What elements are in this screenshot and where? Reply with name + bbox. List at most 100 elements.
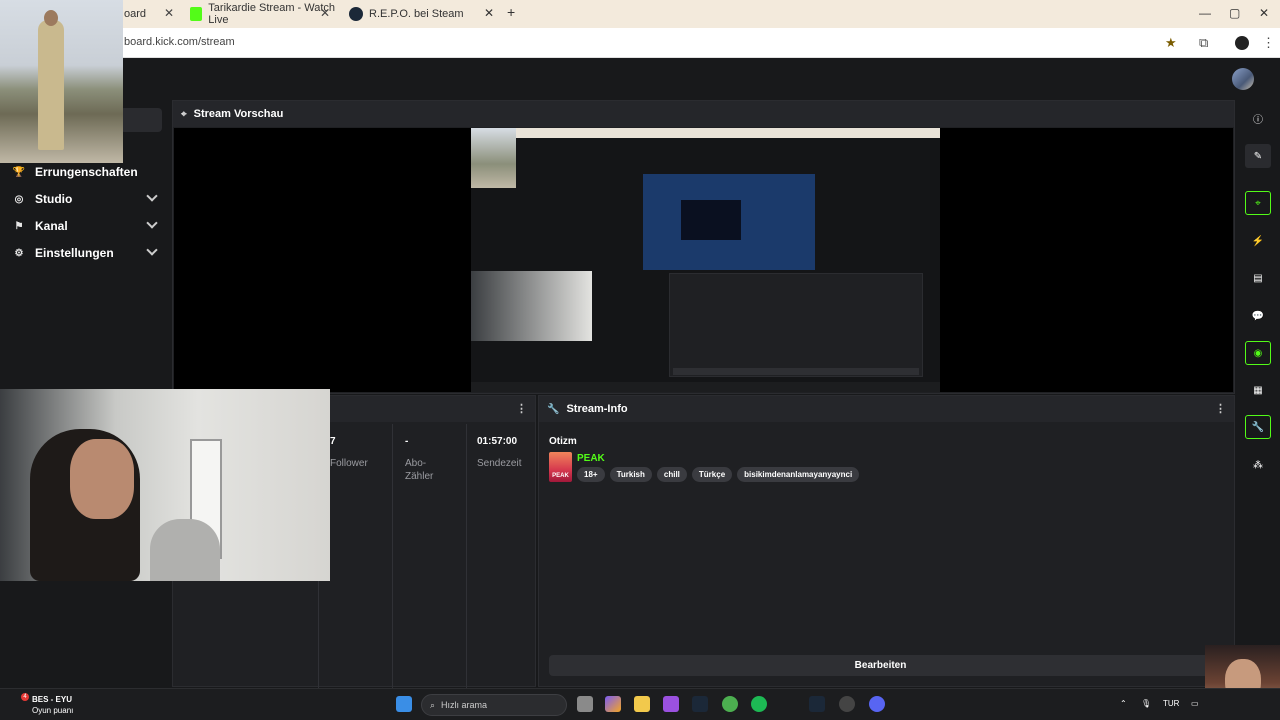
channel-icon: ⚑ — [14, 220, 24, 232]
taskbar-search[interactable]: ⌕ Hızlı arama — [421, 694, 567, 716]
steam-icon[interactable] — [809, 696, 825, 712]
stream-preview-panel: ⌖ Stream Vorschau — [172, 100, 1235, 394]
tag-list: 18+ Turkish chill Türkçe bisikimdenanlam… — [577, 467, 860, 482]
widget-title: BES - EYU — [32, 695, 73, 704]
preview-icon[interactable]: ⌖ — [1245, 191, 1271, 215]
sidebar-item-label: Errungenschaften — [35, 165, 138, 179]
stat-label: Abo- Zähler — [405, 458, 434, 482]
tag: 18+ — [577, 467, 605, 482]
minimize-button[interactable]: — — [1199, 6, 1211, 20]
game-thumbnail: PEAK — [549, 452, 572, 482]
sidebar-item-kanal[interactable]: ⚑ Kanal — [12, 215, 162, 237]
game-name[interactable]: PEAK — [577, 453, 605, 464]
menu-kebab-icon[interactable]: ⋮ — [1215, 402, 1226, 415]
address-bar[interactable]: board.kick.com/stream ★ ⧉ ⋮ — [0, 28, 1280, 58]
preview-icon: ⌖ — [181, 108, 187, 120]
layout-icon[interactable]: ▦ — [1245, 378, 1271, 402]
sidebar-item-studio[interactable]: ◎ Studio — [12, 188, 162, 210]
widget-subtitle: Oyun puanı — [32, 706, 74, 715]
search-icon: ⌕ — [430, 699, 436, 710]
steam-icon[interactable] — [692, 696, 708, 712]
kick-favicon-icon — [190, 7, 203, 21]
stat-label-followers: Follower — [330, 458, 368, 469]
wrench-icon[interactable]: 🔧 — [1245, 415, 1271, 439]
sidebar-item-einstellungen[interactable]: ⚙ Einstellungen — [12, 242, 162, 264]
close-tab-icon[interactable]: ✕ — [164, 6, 174, 20]
windows-start-icon[interactable] — [396, 696, 412, 712]
tab-dashboard[interactable]: oard ✕ — [124, 0, 180, 28]
stat-label: Sendezeit — [477, 458, 522, 469]
stat-value-followers: 7 — [330, 436, 336, 447]
tag: Türkçe — [691, 467, 733, 482]
file-explorer-icon[interactable] — [634, 696, 650, 712]
tag: Turkish — [609, 467, 652, 482]
chat-icon[interactable]: 💬 — [1245, 304, 1271, 328]
wrench-icon: 🔧 — [547, 403, 560, 415]
stat-sendezeit: 01:57:00 Sendezeit — [467, 424, 537, 688]
search-placeholder: Hızlı arama — [441, 700, 488, 710]
sidebar-item-label: Einstellungen — [35, 246, 114, 260]
preview-frame — [471, 128, 940, 392]
apps-icon[interactable]: ⁂ — [1245, 453, 1271, 477]
gear-icon: ⚙ — [14, 247, 24, 259]
sidebar-active-item[interactable] — [120, 108, 162, 132]
sidebar-item-label: Studio — [35, 192, 73, 206]
trophy-icon: 🏆 — [12, 166, 26, 178]
bookmark-star-icon[interactable]: ★ — [1165, 35, 1177, 51]
webcam-overlay-main — [0, 389, 330, 581]
document-icon[interactable]: ▤ — [1245, 266, 1271, 290]
app-icon[interactable] — [663, 696, 679, 712]
screen: { "browser": { "tabs": [ {"label": "oard… — [0, 0, 1280, 720]
stat-abo: - Abo- Zähler — [393, 424, 467, 688]
stat-value: 01:57:00 — [477, 436, 518, 447]
dashboard-app: 🏆 Errungenschaften ◎ Studio ⚑ Kanal ⚙ Ei… — [0, 58, 1280, 688]
close-tab-icon[interactable]: ✕ — [484, 6, 494, 20]
panel-header: 🔧 Stream-Info ⋮ — [539, 396, 1234, 422]
maximize-button[interactable]: ▢ — [1229, 6, 1240, 20]
panel-title: Stream Vorschau — [193, 108, 284, 120]
tag: bisikimdenanlamayanyaynci — [737, 467, 860, 482]
tab-label: oard — [124, 8, 147, 20]
stat-value: - — [405, 436, 409, 447]
microphone-icon[interactable]: 🎙 — [1141, 699, 1151, 708]
chevron-down-icon — [146, 217, 158, 229]
menu-kebab-icon[interactable]: ⋮ — [516, 402, 527, 415]
obs-icon[interactable] — [839, 696, 855, 712]
game-thumb-text: PEAK — [552, 473, 569, 479]
profile-icon[interactable] — [1235, 36, 1249, 50]
chevron-down-icon — [146, 190, 158, 202]
preview-video[interactable] — [174, 128, 1233, 392]
spotify-icon[interactable] — [751, 696, 767, 712]
broadcast-icon[interactable]: ◉ — [1245, 341, 1271, 365]
network-icon[interactable]: ▭ — [1191, 699, 1199, 708]
tab-repo-steam[interactable]: R.E.P.O. bei Steam — [349, 0, 499, 28]
info-icon[interactable]: ⓘ — [1245, 106, 1271, 130]
close-tab-icon[interactable]: ✕ — [320, 6, 330, 20]
avatar[interactable] — [1232, 68, 1254, 90]
menu-kebab-icon[interactable]: ⋮ — [1262, 35, 1275, 51]
task-view-icon[interactable] — [577, 696, 593, 712]
close-window-button[interactable]: ✕ — [1259, 6, 1269, 20]
chrome-icon[interactable] — [722, 696, 738, 712]
copilot-icon[interactable] — [605, 696, 621, 712]
chevron-down-icon — [146, 244, 158, 256]
browser-tabbar: oard ✕ Tarikardie Stream - Watch Live ✕ … — [0, 0, 1280, 28]
new-tab-button[interactable]: + — [507, 4, 515, 20]
tab-tarikardie-stream[interactable]: Tarikardie Stream - Watch Live — [190, 0, 340, 28]
sidebar-item-errungenschaften[interactable]: 🏆 Errungenschaften — [12, 161, 162, 183]
widget-news[interactable]: BES - EYU Oyun puanı — [18, 694, 73, 716]
webcam-overlay-top — [0, 0, 123, 163]
lightning-icon[interactable]: ⚡ — [1245, 229, 1271, 253]
pencil-icon[interactable]: ✎ — [1245, 144, 1271, 168]
tag: chill — [656, 467, 687, 482]
sidebar-item-label: Kanal — [35, 219, 68, 233]
extensions-icon[interactable]: ⧉ — [1199, 35, 1208, 51]
language-indicator[interactable]: TUR — [1163, 699, 1179, 708]
discord-icon[interactable] — [869, 696, 885, 712]
tab-label: R.E.P.O. bei Steam — [369, 8, 464, 20]
chevron-up-icon[interactable]: ⌃ — [1120, 699, 1127, 708]
panel-title: Stream-Info — [566, 403, 628, 415]
taskbar: 4 BES - EYU Oyun puanı ⌕ Hızlı arama ⌃ 🎙… — [0, 688, 1280, 720]
edit-button[interactable]: Bearbeiten — [549, 655, 1212, 676]
url-text[interactable]: board.kick.com/stream — [124, 36, 235, 48]
